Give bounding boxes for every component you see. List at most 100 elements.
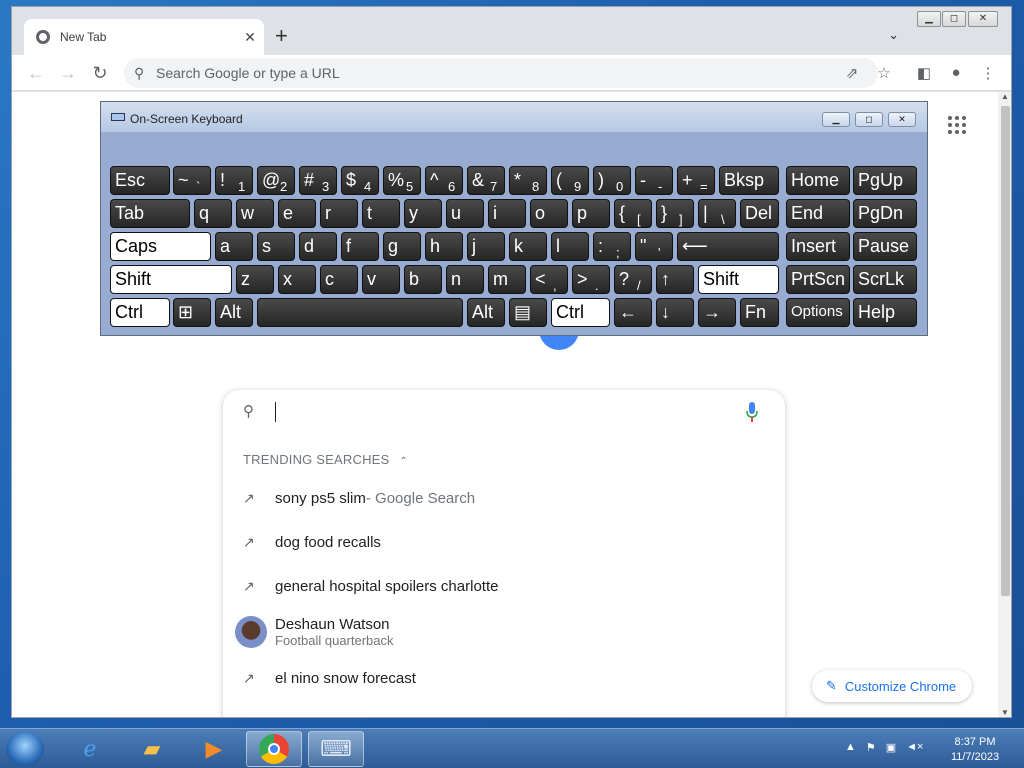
key-4[interactable]: $4 [341, 166, 379, 195]
key-shift-right[interactable]: Shift [698, 265, 779, 294]
search-input[interactable] [275, 402, 276, 422]
omnibox[interactable]: ⚲ Search Google or type a URL [124, 58, 878, 88]
key-shift-left[interactable]: Shift [110, 265, 232, 294]
key-end[interactable]: End [786, 199, 850, 228]
key-pgdn[interactable]: PgDn [853, 199, 917, 228]
tab-new-tab[interactable]: New Tab ✕ [24, 19, 264, 55]
key-up-arrow[interactable]: ↑ [656, 265, 694, 294]
side-panel-icon[interactable]: ◧ [914, 64, 934, 82]
key-prtscn[interactable]: PrtScn [786, 265, 850, 294]
key-pipe[interactable]: | \ [698, 199, 736, 228]
key-v[interactable]: v [362, 265, 400, 294]
key-8[interactable]: * 8 [509, 166, 547, 195]
scrollbar-thumb[interactable] [1001, 106, 1010, 596]
reload-icon[interactable]: ↻ [90, 63, 110, 84]
scroll-down-icon[interactable]: ▼ [1001, 708, 1009, 717]
google-apps-icon[interactable] [948, 116, 966, 134]
key-w[interactable]: w [236, 199, 274, 228]
key-p[interactable]: p [572, 199, 610, 228]
key-alt-left[interactable]: Alt [215, 298, 253, 327]
key-down-arrow[interactable]: ↓ [656, 298, 694, 327]
back-icon[interactable]: ← [26, 63, 46, 84]
profile-icon[interactable]: ● [946, 64, 966, 81]
key-enter[interactable]: ⟵ [677, 232, 779, 261]
key-alt-right[interactable]: Alt [467, 298, 505, 327]
file-explorer-icon[interactable]: ▰ [124, 731, 180, 767]
key-n[interactable]: n [446, 265, 484, 294]
key-plus[interactable]: + = [677, 166, 715, 195]
key-scrlk[interactable]: ScrLk [853, 265, 917, 294]
key-colon[interactable]: :; [593, 232, 631, 261]
suggestion-item[interactable]: ↗ general hospital spoilers charlotte [243, 578, 498, 595]
osk-maximize-icon[interactable]: ◻ [855, 112, 883, 127]
key-5[interactable]: % 5 [383, 166, 421, 195]
media-player-icon[interactable]: ▶ [186, 731, 242, 767]
key-tab[interactable]: Tab [110, 199, 190, 228]
clock[interactable]: 8:37 PM 11/7/2023 [940, 735, 1010, 765]
show-hidden-icons-icon[interactable]: ▲ [845, 741, 856, 754]
key-l[interactable]: l [551, 232, 589, 261]
collapse-chevron-icon[interactable]: ⌃ [399, 456, 408, 467]
key-1[interactable]: ! 1 [215, 166, 253, 195]
key-6[interactable]: ^ 6 [425, 166, 463, 195]
key-home[interactable]: Home [786, 166, 850, 195]
key-u[interactable]: u [446, 199, 484, 228]
key-minus[interactable]: -- [635, 166, 673, 195]
scroll-up-icon[interactable]: ▲ [1001, 92, 1009, 101]
key-windows[interactable]: ⊞ [173, 298, 211, 327]
start-button[interactable] [6, 732, 44, 766]
key-z[interactable]: z [236, 265, 274, 294]
key-space[interactable] [257, 298, 463, 327]
suggestion-item[interactable]: ↗ dog food recalls [243, 534, 381, 551]
trending-searches-header[interactable]: TRENDING SEARCHES ⌃ [243, 452, 408, 467]
suggestion-item[interactable]: ↗ sony ps5 slim - Google Search [243, 490, 475, 507]
key-question[interactable]: ? / [614, 265, 652, 294]
key-greater-than[interactable]: >. [572, 265, 610, 294]
voice-search-mic-icon[interactable] [746, 402, 758, 422]
key-quote[interactable]: " ' [635, 232, 673, 261]
key-7[interactable]: & 7 [467, 166, 505, 195]
key-bksp[interactable]: Bksp [719, 166, 779, 195]
key-s[interactable]: s [257, 232, 295, 261]
osk-title-bar[interactable]: On-Screen Keyboard ▁ ◻ ✕ [101, 102, 927, 132]
customize-chrome-button[interactable]: ✎ Customize Chrome [812, 670, 973, 702]
key-x[interactable]: x [278, 265, 316, 294]
key-del[interactable]: Del [740, 199, 779, 228]
key-fn[interactable]: Fn [740, 298, 779, 327]
key-help[interactable]: Help [853, 298, 917, 327]
key-k[interactable]: k [509, 232, 547, 261]
key-c[interactable]: c [320, 265, 358, 294]
key-tilde[interactable]: ~ ` [173, 166, 211, 195]
internet-explorer-icon[interactable]: ℯ [62, 731, 118, 767]
bookmark-star-icon[interactable]: ☆ [874, 64, 894, 82]
key-j[interactable]: j [467, 232, 505, 261]
chrome-taskbar-icon[interactable] [246, 731, 302, 767]
close-window-icon[interactable]: ✕ [968, 11, 998, 27]
volume-muted-icon[interactable]: ◄× [906, 741, 923, 754]
key-d[interactable]: d [299, 232, 337, 261]
tab-search-chevron-icon[interactable]: ⌄ [888, 27, 899, 43]
action-center-flag-icon[interactable]: ⚑ [866, 741, 876, 754]
suggestion-item[interactable]: Deshaun Watson Football quarterback [235, 616, 394, 648]
key-e[interactable]: e [278, 199, 316, 228]
key-pause[interactable]: Pause [853, 232, 917, 261]
key-left-arrow[interactable]: ← [614, 298, 652, 327]
new-tab-button[interactable]: + [275, 25, 288, 47]
osk-minimize-icon[interactable]: ▁ [822, 112, 850, 127]
key-options[interactable]: Options [786, 298, 850, 327]
key-0[interactable]: ) 0 [593, 166, 631, 195]
forward-icon[interactable]: → [58, 63, 78, 84]
key-f[interactable]: f [341, 232, 379, 261]
key-menu[interactable]: ▤ [509, 298, 547, 327]
page-scrollbar[interactable]: ▲ ▼ [998, 92, 1011, 717]
osk-taskbar-icon[interactable]: ⌨ [308, 731, 364, 767]
key-insert[interactable]: Insert [786, 232, 850, 261]
key-less-than[interactable]: <, [530, 265, 568, 294]
key-y[interactable]: y [404, 199, 442, 228]
key-right-arrow[interactable]: → [698, 298, 736, 327]
key-right-bracket[interactable]: }] [656, 199, 694, 228]
maximize-window-icon[interactable]: ◻ [942, 11, 966, 27]
key-2[interactable]: @2 [257, 166, 295, 195]
key-3[interactable]: #3 [299, 166, 337, 195]
key-g[interactable]: g [383, 232, 421, 261]
